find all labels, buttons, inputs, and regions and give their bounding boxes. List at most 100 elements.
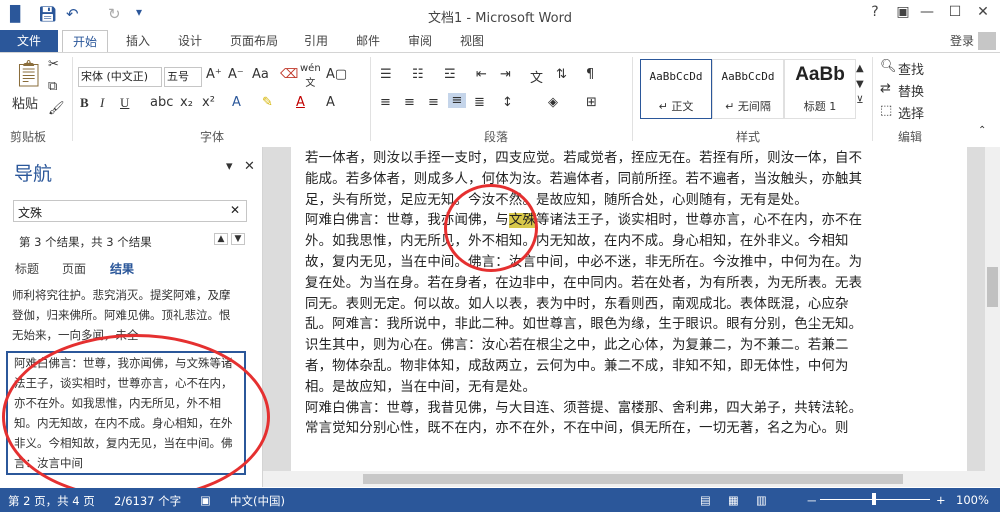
read-mode-icon[interactable]: ▤ <box>700 493 711 507</box>
cut-icon[interactable]: ✂ <box>48 57 59 72</box>
paste-button[interactable]: 粘贴 <box>12 93 38 112</box>
avatar[interactable] <box>978 32 996 50</box>
doc-paragraph[interactable]: 若一体者，则汝以手挃一支时，四支应觉。若咸觉者，挃应无在。若挃有所，则汝一体，自… <box>305 149 865 211</box>
proofing-icon[interactable]: ▣ <box>200 493 211 507</box>
clipboard-icon[interactable]: 📋︎ <box>12 59 45 89</box>
borders-icon[interactable]: ⊞ <box>586 95 597 110</box>
tab-references[interactable]: 引用 <box>304 30 328 52</box>
underline-button[interactable]: U <box>120 95 129 111</box>
next-result-icon[interactable]: ▼ <box>231 233 245 245</box>
justify-icon[interactable]: ≡ <box>448 93 466 108</box>
style-no-spacing[interactable]: AaBbCcDd ↵ 无间隔 <box>712 59 784 119</box>
horizontal-scrollbar[interactable] <box>263 471 985 487</box>
align-right-icon[interactable]: ≡ <box>428 95 439 110</box>
tab-review[interactable]: 审阅 <box>408 30 432 52</box>
find-icon[interactable]: 🔍︎ <box>880 59 897 74</box>
text-effects-icon[interactable]: A <box>232 95 241 110</box>
sort-icon[interactable]: ⇅ <box>556 67 567 82</box>
language-indicator[interactable]: 中文(中国) <box>230 493 285 509</box>
format-painter-icon[interactable]: 🖌︎ <box>48 101 65 116</box>
nav-options-icon[interactable]: ▾ <box>226 159 233 174</box>
close-button[interactable]: ✕ <box>972 4 994 20</box>
line-spacing-icon[interactable]: ↕ <box>502 95 513 110</box>
tab-insert[interactable]: 插入 <box>126 30 150 52</box>
change-case-icon[interactable]: Aa <box>252 67 269 82</box>
styles-scroll-icon[interactable]: ▲ ▼ ⊻ <box>856 61 864 109</box>
decrease-indent-icon[interactable]: ⇤ <box>476 67 487 82</box>
divider <box>872 57 873 141</box>
annotation-circle <box>444 184 538 272</box>
doc-paragraph[interactable]: 阿难白佛言：世尊，我昔见佛，与大目连、须菩提、富楼那、舍利弗，四大弟子，共转法轮… <box>305 399 865 441</box>
highlight-icon[interactable]: ✎ <box>262 95 273 110</box>
increase-indent-icon[interactable]: ⇥ <box>500 67 511 82</box>
tab-page-layout[interactable]: 页面布局 <box>230 30 278 52</box>
word-count[interactable]: 2/6137 个字 <box>114 493 181 509</box>
login-link[interactable]: 登录 <box>950 30 974 52</box>
font-color-icon[interactable]: A <box>296 95 305 110</box>
help-button[interactable]: ? <box>864 4 886 20</box>
shading-icon[interactable]: ◈ <box>548 95 558 110</box>
replace-button[interactable]: 替换 <box>898 81 924 100</box>
zoom-in-button[interactable]: + <box>936 493 946 507</box>
grow-font-icon[interactable]: A⁺ <box>206 67 222 82</box>
zoom-level[interactable]: 100% <box>956 493 989 507</box>
document-page[interactable]: 若一体者，则汝以手挃一支时，四支应觉。若咸觉者，挃应无在。若挃有所，则汝一体，自… <box>291 147 967 487</box>
nav-tab-results[interactable]: 结果 <box>110 260 134 277</box>
style-heading1-sample: AaBb <box>795 64 845 85</box>
superscript-icon[interactable]: x² <box>202 95 215 110</box>
tab-home[interactable]: 开始 <box>62 30 109 53</box>
scroll-thumb[interactable] <box>363 474 903 484</box>
nav-search-input[interactable]: 文殊 ✕ <box>13 200 247 222</box>
collapse-ribbon-icon[interactable]: ⌃ <box>978 125 986 136</box>
char-shading-icon[interactable]: A <box>326 95 335 110</box>
font-name-select[interactable]: 宋体 (中文正) <box>78 67 162 87</box>
asian-layout-icon[interactable]: 文 <box>530 67 543 86</box>
replace-icon[interactable]: ⇄ <box>880 81 891 96</box>
italic-button[interactable]: I <box>100 95 104 111</box>
zoom-out-button[interactable]: － <box>806 493 818 509</box>
copy-icon[interactable]: ⧉ <box>48 79 57 94</box>
bold-button[interactable]: B <box>80 95 89 111</box>
clear-format-icon[interactable]: ⌫ <box>280 67 298 82</box>
tab-design[interactable]: 设计 <box>178 30 202 52</box>
style-normal[interactable]: AaBbCcDd ↵ 正文 <box>640 59 712 119</box>
multilevel-list-icon[interactable]: ☲ <box>444 67 456 82</box>
style-no-spacing-name: ↵ 无间隔 <box>725 100 771 113</box>
select-button[interactable]: 选择 <box>898 103 924 122</box>
page-indicator[interactable]: 第 2 页，共 4 页 <box>8 493 95 509</box>
tab-mailings[interactable]: 邮件 <box>356 30 380 52</box>
bullets-icon[interactable]: ☰ <box>380 67 392 82</box>
print-layout-icon[interactable]: ▦ <box>728 493 739 507</box>
tab-view[interactable]: 视图 <box>460 30 484 52</box>
vertical-scrollbar[interactable] <box>985 147 1000 487</box>
document-text[interactable]: 若一体者，则汝以手挃一支时，四支应觉。若咸觉者，挃应无在。若挃有所，则汝一体，自… <box>305 149 865 440</box>
distributed-icon[interactable]: ≣ <box>474 95 485 110</box>
doc-paragraph[interactable]: 阿难白佛言：世尊，我亦闻佛，与文殊等诸法王子，谈实相时，世尊亦言，心不在内，亦不… <box>305 211 865 398</box>
show-marks-icon[interactable]: ¶ <box>586 67 594 82</box>
nav-tab-pages[interactable]: 页面 <box>62 260 86 277</box>
shrink-font-icon[interactable]: A⁻ <box>228 67 244 82</box>
status-bar: 第 2 页，共 4 页 2/6137 个字 ▣ 中文(中国) ▤ ▦ ▥ － +… <box>0 488 1000 512</box>
minimize-button[interactable]: — <box>916 4 938 20</box>
tab-file[interactable]: 文件 <box>0 30 58 52</box>
nav-close-icon[interactable]: ✕ <box>244 159 255 174</box>
nav-tab-headings[interactable]: 标题 <box>15 260 39 277</box>
prev-result-icon[interactable]: ▲ <box>214 233 228 245</box>
web-layout-icon[interactable]: ▥ <box>756 493 767 507</box>
numbering-icon[interactable]: ☷ <box>412 67 424 82</box>
style-heading1[interactable]: AaBb 标题 1 <box>784 59 856 119</box>
clear-search-icon[interactable]: ✕ <box>230 203 240 217</box>
find-button[interactable]: 查找 <box>898 59 924 78</box>
char-border-icon[interactable]: A▢ <box>326 67 347 82</box>
zoom-slider-thumb[interactable] <box>872 493 876 505</box>
scroll-thumb[interactable] <box>987 267 998 307</box>
maximize-button[interactable]: ☐ <box>944 4 966 20</box>
align-left-icon[interactable]: ≡ <box>380 95 391 110</box>
align-center-icon[interactable]: ≡ <box>404 95 415 110</box>
strikethrough-icon[interactable]: abc <box>150 95 173 110</box>
ribbon-display-button[interactable]: ▣ <box>892 4 914 20</box>
font-size-select[interactable]: 五号 <box>164 67 202 87</box>
phonetic-guide-icon[interactable]: wén 文 <box>300 63 321 89</box>
subscript-icon[interactable]: x₂ <box>180 95 193 110</box>
select-icon[interactable]: ⬚ <box>880 103 892 118</box>
